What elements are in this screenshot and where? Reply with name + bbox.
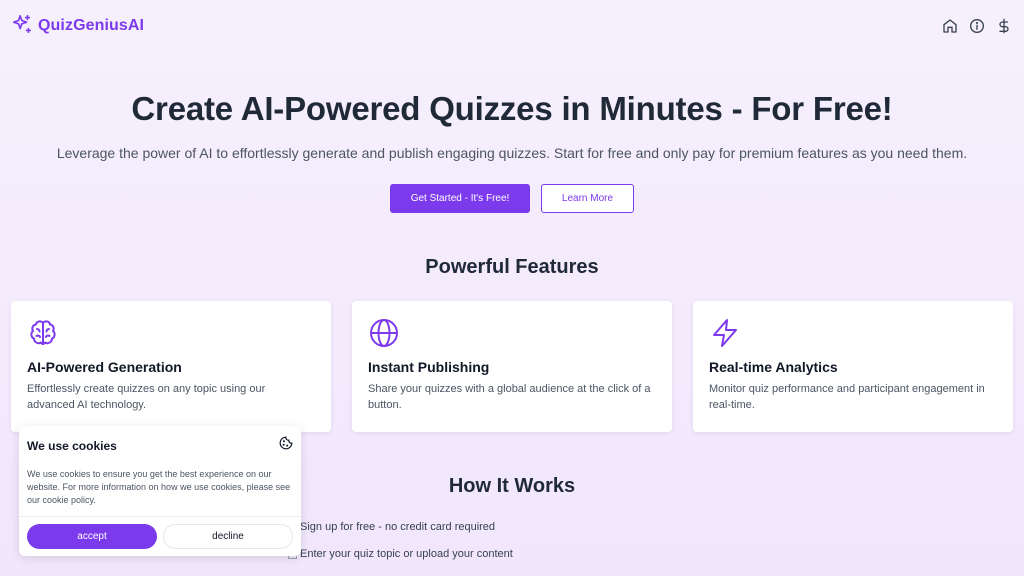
cookie-banner: We use cookies We use cookies to ensure … (19, 426, 301, 556)
feature-card-instant-publishing: Instant Publishing Share your quizzes wi… (352, 301, 672, 432)
hero-buttons: Get Started - It's Free! Learn More (0, 184, 1024, 213)
step-item: Enter your quiz topic or upload your con… (288, 547, 513, 561)
feature-description: Effortlessly create quizzes on any topic… (27, 383, 266, 411)
decline-cookies-button[interactable]: decline (163, 524, 293, 549)
globe-icon (368, 317, 400, 349)
cookie-buttons: accept decline (27, 524, 293, 549)
feature-card-analytics: Real-time Analytics Monitor quiz perform… (693, 301, 1013, 432)
nav-icons (941, 18, 1012, 35)
lightning-icon (709, 317, 741, 349)
cookie-text: We use cookies to ensure you get the bes… (27, 469, 291, 505)
feature-title: Real-time Analytics (709, 359, 838, 375)
feature-card-ai-generation: AI-Powered Generation Effortlessly creat… (11, 301, 331, 432)
step-text: Enter your quiz topic or upload your con… (300, 548, 513, 560)
hero-subtitle: Leverage the power of AI to effortlessly… (56, 145, 968, 161)
cookie-icon (279, 436, 293, 455)
home-icon[interactable] (941, 18, 958, 35)
info-icon[interactable] (968, 18, 985, 35)
feature-title: Instant Publishing (368, 359, 490, 375)
step-item: Sign up for free - no credit card requir… (288, 520, 513, 534)
sparkles-icon (11, 13, 33, 40)
step-text: Sign up for free - no credit card requir… (300, 521, 496, 533)
hero-title: Create AI-Powered Quizzes in Minutes - F… (131, 90, 893, 127)
brand-name: QuizGeniusAI (38, 17, 145, 34)
feature-description: Monitor quiz performance and participant… (709, 383, 985, 411)
cookie-title: We use cookies (27, 438, 117, 453)
accept-cookies-button[interactable]: accept (27, 524, 157, 549)
learn-more-button[interactable]: Learn More (541, 184, 634, 213)
brain-icon (27, 317, 59, 349)
how-it-works-steps: Sign up for free - no credit card requir… (288, 520, 513, 574)
feature-description: Share your quizzes with a global audienc… (368, 383, 651, 411)
get-started-button[interactable]: Get Started - It's Free! (390, 184, 530, 213)
feature-title: AI-Powered Generation (27, 359, 182, 375)
cookie-header: We use cookies (19, 426, 301, 455)
features-title: Powerful Features (425, 256, 599, 278)
cookie-divider (19, 516, 301, 517)
dollar-icon[interactable] (995, 18, 1012, 35)
brand-logo[interactable]: QuizGeniusAI (11, 13, 144, 40)
header: QuizGeniusAI (0, 0, 1024, 52)
